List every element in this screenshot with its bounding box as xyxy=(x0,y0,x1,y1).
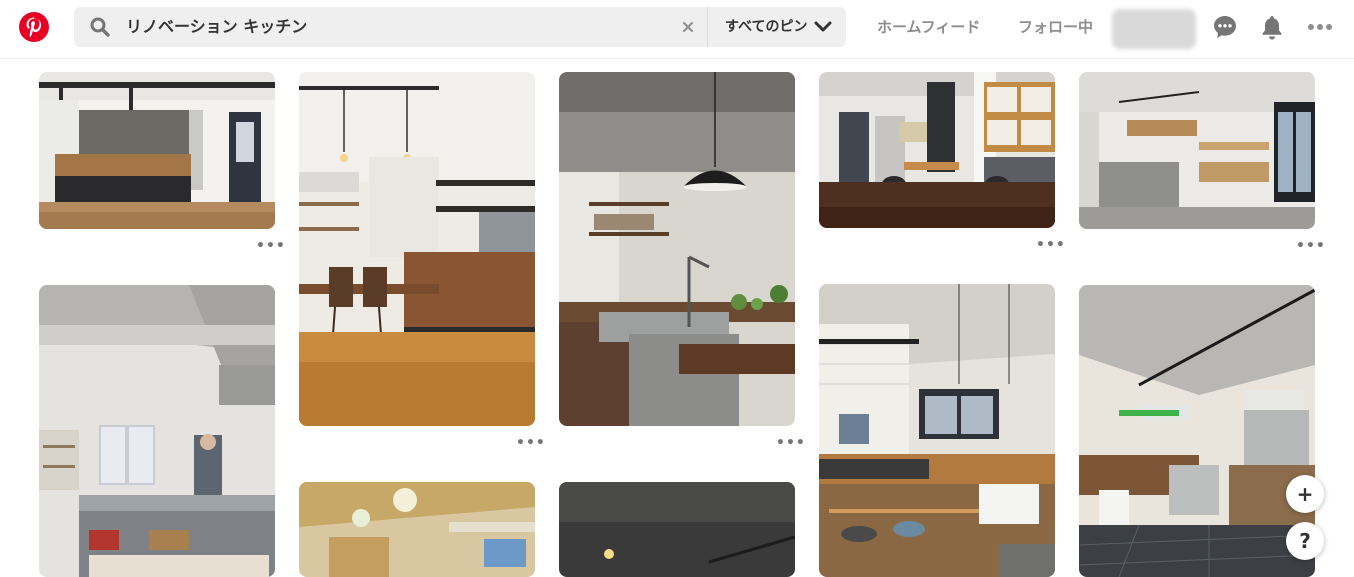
nav-following[interactable]: フォロー中 xyxy=(1018,0,1093,54)
help-button[interactable]: ? xyxy=(1286,522,1324,560)
search-bar: すべてのピン xyxy=(74,7,846,47)
nav-home-feed[interactable]: ホームフィード xyxy=(877,0,980,54)
profile-avatar[interactable] xyxy=(1112,9,1196,49)
clear-icon[interactable] xyxy=(678,17,698,37)
more-options-icon[interactable] xyxy=(1307,18,1333,36)
search-input[interactable] xyxy=(126,7,726,47)
pin-image-kitchen-5[interactable] xyxy=(559,72,795,426)
pin-image-kitchen-8[interactable] xyxy=(819,284,1055,577)
pin-image-kitchen-1[interactable] xyxy=(39,72,275,229)
pin-image-kitchen-4[interactable] xyxy=(299,482,535,577)
search-icon xyxy=(90,17,110,37)
pin-more-button[interactable]: ••• xyxy=(776,436,806,450)
pin-image-kitchen-7[interactable] xyxy=(819,72,1055,228)
chevron-down-icon xyxy=(814,21,832,32)
top-bar: すべてのピン ホームフィード フォロー中 xyxy=(0,0,1354,59)
messages-icon[interactable] xyxy=(1212,14,1238,40)
pin-image-kitchen-6[interactable] xyxy=(559,482,795,577)
pin-more-button[interactable]: ••• xyxy=(1036,238,1066,252)
pin-filter-label: すべてのピン xyxy=(725,19,808,35)
pin-more-button[interactable]: ••• xyxy=(1296,239,1326,253)
add-button[interactable]: + xyxy=(1286,475,1324,513)
pin-filter-dropdown[interactable]: すべてのピン xyxy=(708,7,846,47)
pin-more-button[interactable]: ••• xyxy=(256,239,286,253)
pin-image-kitchen-3[interactable] xyxy=(299,72,535,426)
pin-image-kitchen-10[interactable] xyxy=(1079,285,1315,577)
pin-more-button[interactable]: ••• xyxy=(516,436,546,450)
pinterest-logo-icon[interactable] xyxy=(19,12,49,42)
notifications-icon[interactable] xyxy=(1260,14,1284,40)
pin-image-kitchen-2[interactable] xyxy=(39,285,275,577)
pin-image-kitchen-9[interactable] xyxy=(1079,72,1315,229)
